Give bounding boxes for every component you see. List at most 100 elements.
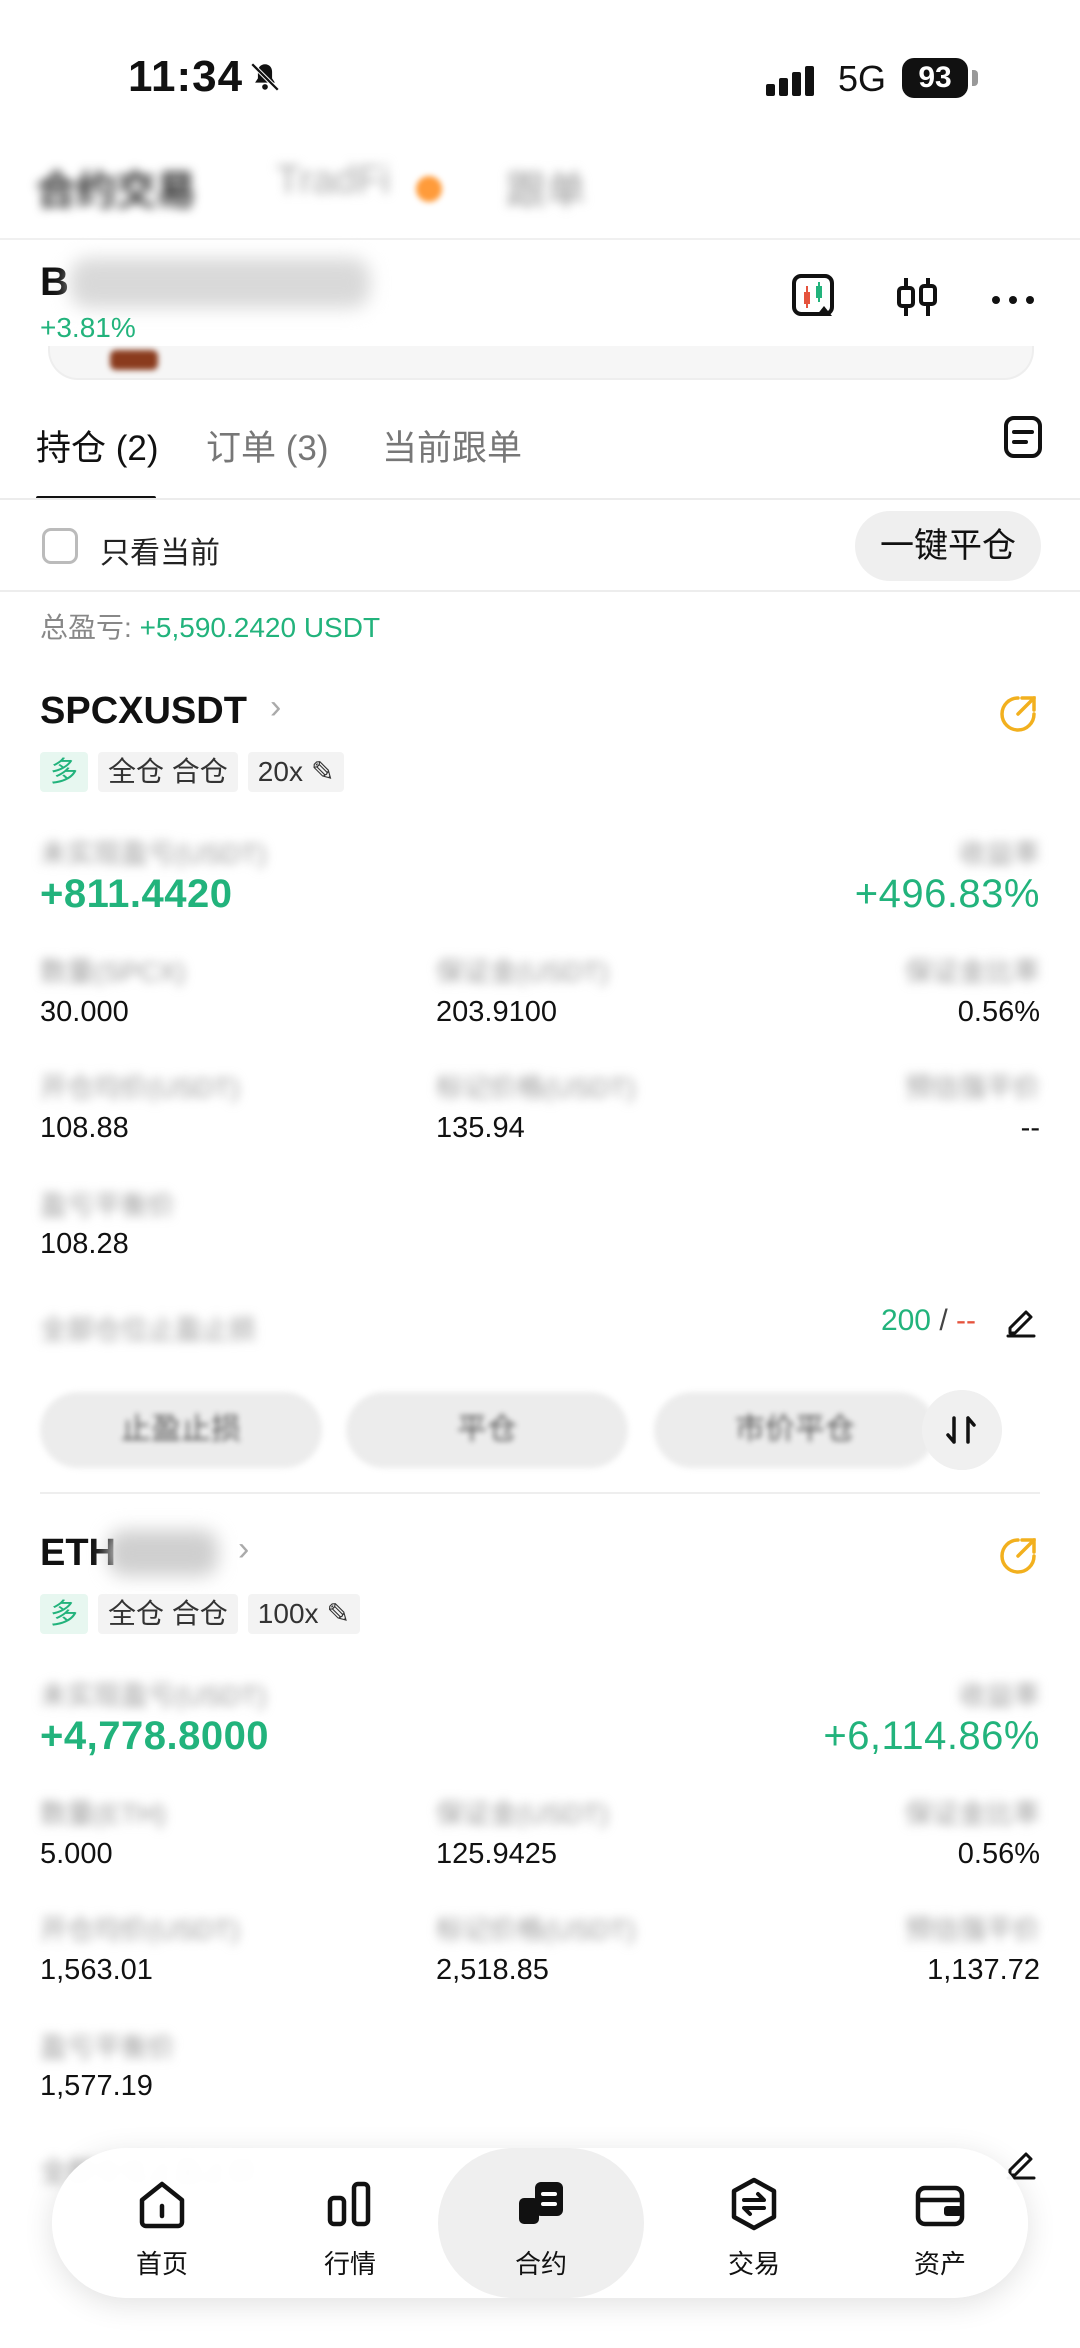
symbol-name[interactable]: B bbox=[40, 260, 69, 305]
breakeven-label: 盈亏平衡价 bbox=[40, 1191, 175, 1221]
banner-strip[interactable] bbox=[48, 346, 1034, 380]
tab-positions[interactable]: 持仓 (2) bbox=[36, 420, 159, 471]
divider bbox=[0, 238, 1080, 240]
qty-value: 30.000 bbox=[40, 996, 129, 1028]
bottom-nav: 首页 行情 合约 交易 资产 bbox=[52, 2148, 1028, 2298]
nav-contract-label: 合约 bbox=[514, 2249, 567, 2279]
mark-value: 2,518.85 bbox=[436, 1954, 549, 1986]
symbol-blur-mask bbox=[70, 258, 370, 308]
tab-orders[interactable]: 订单 (3) bbox=[206, 420, 329, 471]
position-pair[interactable]: ETH bbox=[40, 1532, 116, 1575]
nav-assets-label: 资产 bbox=[913, 2249, 966, 2279]
roi-label: 收益率 bbox=[959, 1681, 1040, 1711]
liq-label: 预估强平价 bbox=[905, 1073, 1040, 1103]
bell-muted-icon bbox=[250, 62, 280, 92]
entry-value: 1,563.01 bbox=[40, 1954, 153, 1986]
margin-label: 保证金(USDT) bbox=[436, 1799, 609, 1829]
tab-current-copy[interactable]: 当前跟单 bbox=[382, 420, 522, 471]
nav-trade[interactable]: 交易 bbox=[674, 2148, 834, 2298]
chevron-right-icon[interactable]: › bbox=[238, 1530, 249, 1569]
home-icon bbox=[139, 2181, 185, 2229]
margin-mode-badge: 全仓 合仓 bbox=[98, 1594, 238, 1634]
margin-ratio-label: 保证金比率 bbox=[905, 957, 1040, 987]
nav-markets[interactable]: 行情 bbox=[270, 2148, 430, 2298]
entry-label: 开仓均价(USDT) bbox=[40, 1915, 240, 1945]
entry-value: 108.88 bbox=[40, 1112, 129, 1144]
qty-label: 数量(SPCX) bbox=[40, 957, 186, 987]
position-pair[interactable]: SPCXUSDT bbox=[40, 690, 247, 733]
tp-value: 200 bbox=[880, 1304, 931, 1337]
tpsl-label: 全部仓位止盈止损 bbox=[40, 1315, 256, 1345]
unrealized-label: 未实现盈亏(USDT) bbox=[40, 1681, 267, 1711]
qty-value: 5.000 bbox=[40, 1838, 113, 1870]
roi-value: +496.83% bbox=[854, 872, 1040, 916]
margin-ratio-label: 保证金比率 bbox=[905, 1799, 1040, 1829]
market-close-button[interactable]: 市价平仓 bbox=[654, 1392, 936, 1468]
liq-value: -- bbox=[1020, 1112, 1040, 1144]
tab-copy-trading[interactable]: 跟单 bbox=[506, 158, 586, 216]
hot-dot-icon bbox=[416, 176, 442, 202]
leverage-badge[interactable]: 20x ✎ bbox=[247, 752, 345, 792]
side-badge: 多 bbox=[40, 752, 89, 792]
total-pnl-value: +5,590.2420 USDT bbox=[139, 612, 381, 643]
close-button[interactable]: 平仓 bbox=[346, 1392, 628, 1468]
tab-tradfi[interactable]: TradFi bbox=[276, 158, 390, 203]
chart-bars-icon bbox=[327, 2181, 371, 2227]
unrealized-label: 未实现盈亏(USDT) bbox=[40, 839, 267, 869]
more-icon[interactable] bbox=[988, 272, 1038, 322]
mark-label: 标记价格(USDT) bbox=[436, 1073, 636, 1103]
mark-label: 标记价格(USDT) bbox=[436, 1915, 636, 1945]
margin-value: 125.9425 bbox=[436, 1838, 557, 1870]
top-tabs: 合约交易 TradFi 跟单 bbox=[36, 158, 1036, 218]
margin-ratio-value: 0.56% bbox=[957, 996, 1040, 1028]
qty-label: 数量(ETH) bbox=[40, 1799, 166, 1829]
battery-level: 93 bbox=[902, 58, 968, 98]
mark-value: 135.94 bbox=[436, 1112, 525, 1144]
chevron-right-icon[interactable]: › bbox=[270, 688, 281, 727]
side-badge: 多 bbox=[40, 1594, 89, 1634]
history-doc-icon[interactable] bbox=[1002, 414, 1046, 460]
contract-icon bbox=[519, 2182, 563, 2224]
margin-value: 203.9100 bbox=[436, 996, 557, 1028]
kline-alert-icon[interactable] bbox=[790, 272, 840, 322]
share-icon[interactable] bbox=[998, 694, 1038, 734]
roi-label: 收益率 bbox=[959, 839, 1040, 869]
battery-tip-icon bbox=[972, 70, 978, 86]
reverse-position-icon[interactable] bbox=[922, 1390, 1002, 1470]
liq-value: 1,137.72 bbox=[927, 1954, 1040, 1986]
leverage-value: 100x bbox=[257, 1598, 319, 1629]
tpsl-value[interactable]: 200 / -- bbox=[881, 1304, 976, 1338]
close-all-button[interactable]: 一键平仓 bbox=[855, 511, 1041, 581]
breakeven-label: 盈亏平衡价 bbox=[40, 2033, 175, 2063]
signal-icon bbox=[766, 66, 814, 96]
status-time: 11:34 bbox=[128, 52, 244, 101]
margin-mode-badge: 全仓 合仓 bbox=[98, 752, 238, 792]
tpsl-button[interactable]: 止盈止损 bbox=[40, 1392, 322, 1468]
position-tags: 多 全仓 合仓 20x ✎ bbox=[40, 752, 345, 792]
edit-pen-icon: ✎ bbox=[310, 756, 335, 787]
only-current-label[interactable]: 只看当前 bbox=[100, 528, 220, 572]
network-type: 5G bbox=[838, 58, 887, 99]
position-tags: 多 全仓 合仓 100x ✎ bbox=[40, 1594, 360, 1634]
total-pnl-label: 总盈亏: bbox=[40, 612, 140, 643]
status-bar: 11:34 5G 93 bbox=[0, 0, 1080, 150]
tab-contract-trading[interactable]: 合约交易 bbox=[36, 158, 196, 216]
nav-trade-label: 交易 bbox=[727, 2249, 780, 2279]
unrealized-pnl: +811.4420 bbox=[40, 872, 233, 916]
divider bbox=[0, 590, 1080, 592]
share-icon[interactable] bbox=[998, 1536, 1038, 1576]
exchange-icon bbox=[731, 2177, 777, 2231]
nav-assets[interactable]: 资产 bbox=[860, 2148, 1020, 2298]
edit-tpsl-icon[interactable] bbox=[1004, 1304, 1038, 1338]
nav-home[interactable]: 首页 bbox=[82, 2148, 242, 2298]
candlestick-icon[interactable] bbox=[892, 272, 942, 322]
divider bbox=[40, 1492, 1040, 1494]
nav-contract[interactable]: 合约 bbox=[438, 2148, 644, 2298]
nav-markets-label: 行情 bbox=[323, 2249, 376, 2279]
breakeven-value: 108.28 bbox=[40, 1228, 129, 1260]
only-current-checkbox[interactable] bbox=[42, 528, 78, 564]
entry-label: 开仓均价(USDT) bbox=[40, 1073, 240, 1103]
liq-label: 预估强平价 bbox=[905, 1915, 1040, 1945]
leverage-badge[interactable]: 100x ✎ bbox=[247, 1594, 360, 1634]
banner-image bbox=[110, 350, 158, 370]
